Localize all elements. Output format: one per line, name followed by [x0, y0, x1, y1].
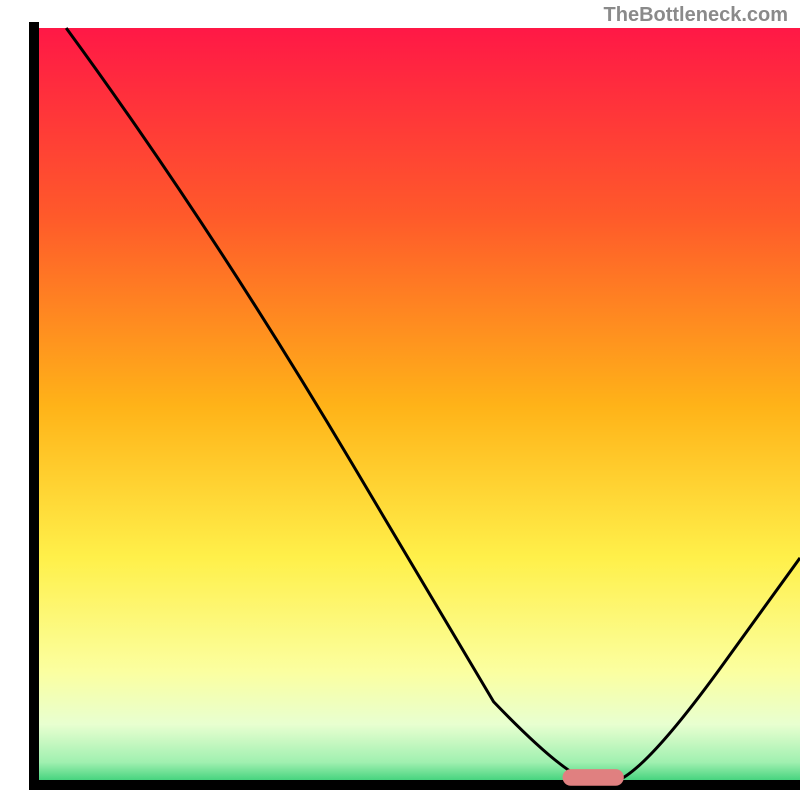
- gradient-background: [34, 28, 800, 785]
- chart-svg: [0, 0, 800, 800]
- watermark-text: TheBottleneck.com: [604, 4, 788, 27]
- bottleneck-chart: TheBottleneck.com: [0, 0, 800, 800]
- optimal-range-marker: [563, 769, 624, 786]
